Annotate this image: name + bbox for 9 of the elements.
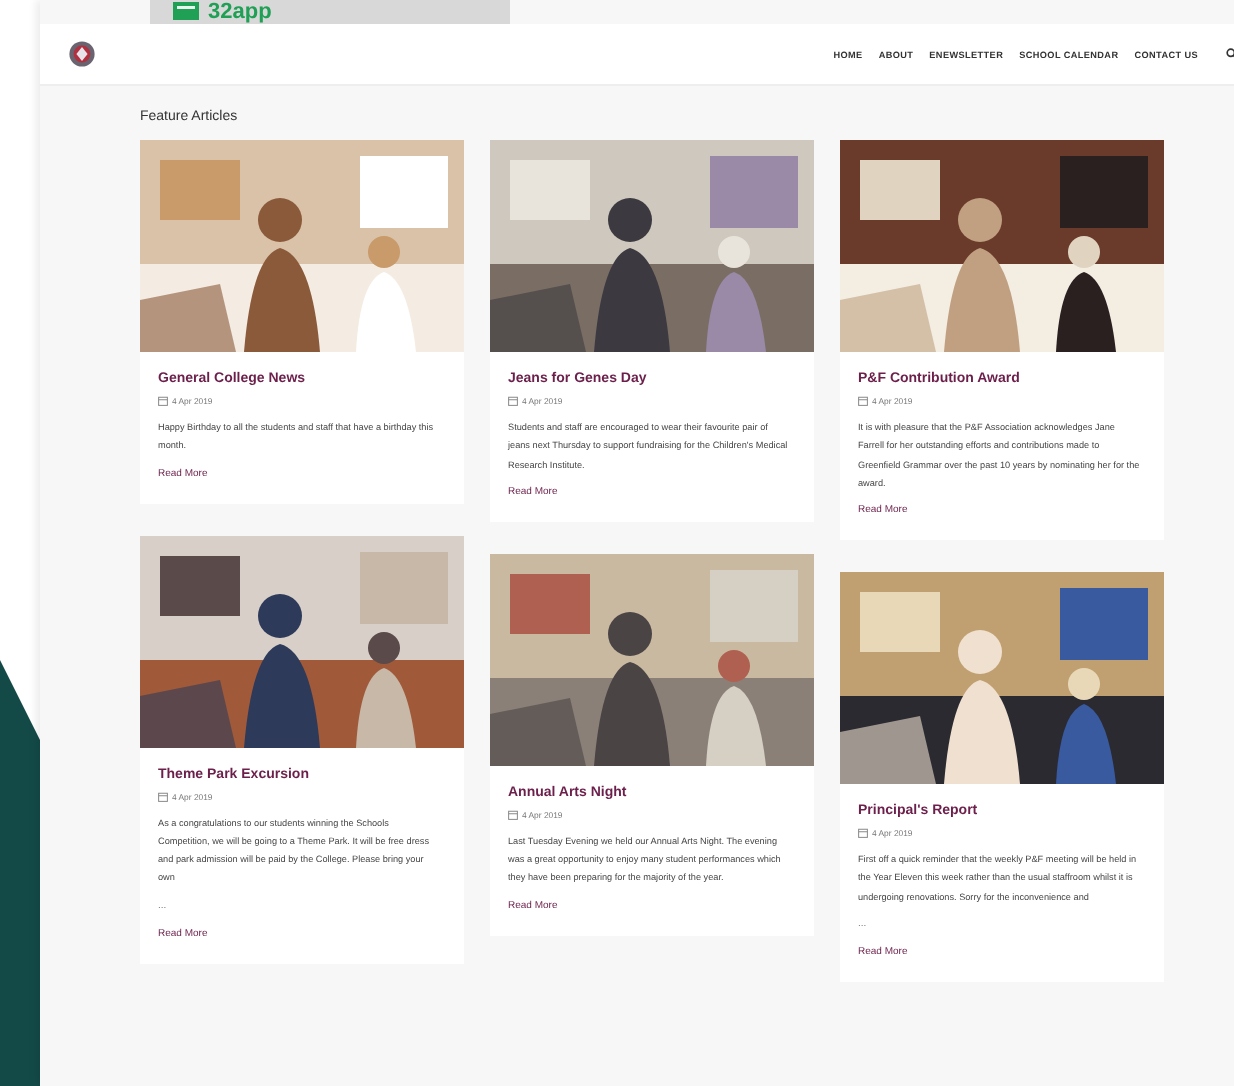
- calendar-icon: [508, 809, 518, 820]
- document-icon: [170, 2, 202, 22]
- school-crest-icon[interactable]: [68, 40, 96, 68]
- calendar-icon: [508, 396, 518, 406]
- calendar-icon: [858, 828, 868, 839]
- calendar-icon: [158, 791, 168, 802]
- calendar-icon: [858, 396, 868, 406]
- calendar-icon: [158, 396, 168, 406]
- logo-text: 32app: [208, 0, 272, 24]
